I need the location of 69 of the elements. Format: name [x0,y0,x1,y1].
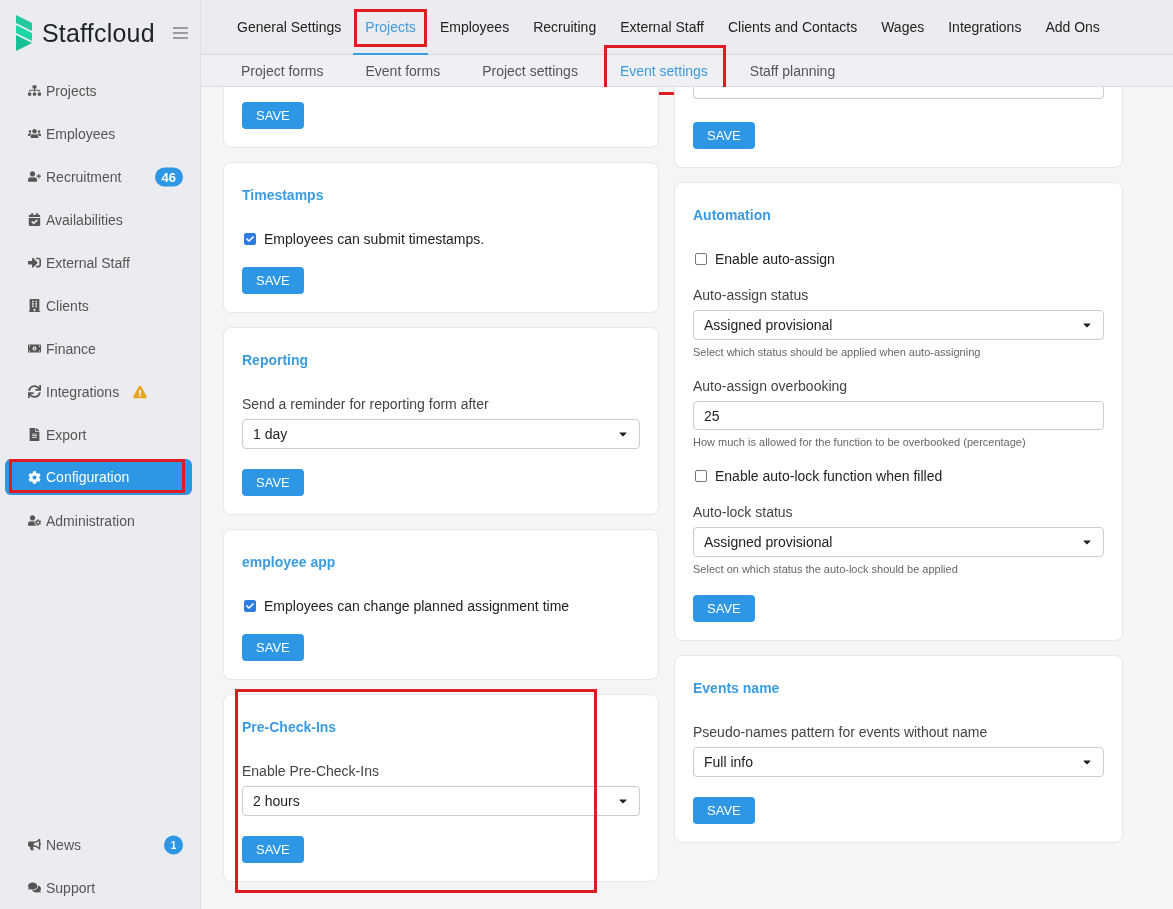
checkbox-label: Enable auto-assign [715,251,835,267]
sitemap-icon [26,84,42,97]
brand-name: Staffcloud [42,18,155,48]
field-label: Auto-assign overbooking [693,378,849,394]
count-badge: 46 [154,167,183,186]
nav-tab[interactable]: External Staff [608,0,716,55]
help-text: How much is allowed for the function to be overbooked (percentage) [693,436,1027,448]
sidebar-item[interactable]: Finance [0,327,200,370]
speech-bubbles-icon [26,881,42,894]
checkbox[interactable] [244,600,256,612]
sidebar-item[interactable]: Employees [0,112,200,155]
checkbox-label: Employees can submit timestamps. [264,231,485,247]
select-field[interactable]: Full info [693,747,1104,777]
select-field[interactable]: Assigned provisional [693,527,1104,557]
help-text: Select which status should be applied when auto-assigning [693,346,982,358]
nav-tab[interactable]: General Settings [225,0,354,55]
menu-icon[interactable] [172,27,188,39]
sidebar-item[interactable]: Integrations [0,370,200,413]
select-field[interactable]: 1 day [242,419,640,449]
calendar-check-icon [26,213,42,226]
input-field[interactable]: 25 [693,401,1104,430]
help-text: Select on which status the auto-lock should be applied [693,563,959,575]
card-title: Pre-Check-Ins [242,719,338,735]
users-icon [26,127,42,140]
checkbox[interactable] [695,470,707,482]
sidebar-item[interactable]: Export [0,413,200,456]
card-title: Events name [693,680,781,696]
sub-tab[interactable]: Event forms [353,55,453,86]
sidebar-item[interactable]: Recruitment 46 [0,155,200,198]
card-title: employee app [242,554,337,570]
nav-tab[interactable]: Wages [869,0,937,55]
sync-icon [26,385,42,398]
field-label: Pseudo-names pattern for events without name [693,724,989,740]
sidebar-item[interactable]: External Staff [0,241,200,284]
sub-tab[interactable]: Project forms [229,55,336,86]
settings-icon [26,470,42,484]
nav-tab[interactable]: Add Ons [1033,0,1112,55]
field-label: Send a reminder for reporting form after [242,396,490,412]
card-title: Timestamps [242,187,325,203]
sidebar-item[interactable]: Administration [0,499,200,542]
field-label: Auto-assign status [693,287,810,303]
select-field[interactable]: 2 hours [242,786,640,816]
nav-tab[interactable]: Clients and Contacts [715,0,870,55]
nav-tab[interactable]: Recruiting [521,0,609,55]
checkbox-label: Enable auto-lock function when filled [715,468,943,484]
card-title: Automation [693,207,772,223]
field-label: Auto-lock status [693,504,794,520]
sign-in-icon [26,256,42,269]
sidebar-item[interactable]: Support [0,866,200,909]
nav-tab[interactable]: Integrations [936,0,1034,55]
select-field[interactable]: Assigned provisional [693,310,1104,340]
user-plus-icon [26,170,42,183]
sidebar-item[interactable]: Clients [0,284,200,327]
card-title: Reporting [242,352,310,368]
sidebar-item[interactable]: Projects [0,69,200,112]
building-icon [26,299,42,312]
checkbox[interactable] [244,233,256,245]
checkbox-label: Employees can change planned assignment time [264,598,570,614]
field-label: Enable Pre-Check-Ins [242,763,380,779]
sub-tab[interactable]: Project settings [470,55,590,86]
sidebar-item[interactable]: News 1 [0,823,200,866]
user-gear-icon [26,514,42,527]
sidebar-item[interactable]: Availabilities [0,198,200,241]
megaphone-icon [26,838,42,851]
count-badge: 1 [164,835,183,854]
banknote-icon [26,342,42,355]
nav-tab[interactable]: Employees [427,0,522,55]
checkbox[interactable] [695,253,707,265]
sub-tab[interactable]: Staff planning [737,55,848,86]
